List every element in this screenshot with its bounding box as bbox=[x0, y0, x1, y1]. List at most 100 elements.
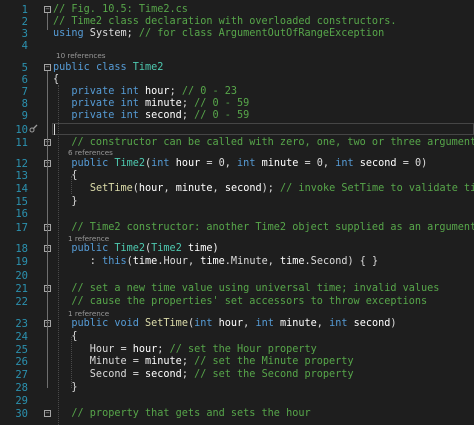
line-number: 15 bbox=[15, 196, 28, 208]
code-token: int bbox=[151, 158, 170, 169]
code-line[interactable]: 3 using System; // for class ArgumentOutO… bbox=[0, 28, 474, 40]
code-text[interactable]: // Fig. 10.5: Time2.cs bbox=[53, 4, 474, 16]
code-token: ; bbox=[169, 86, 182, 97]
code-text[interactable]: } bbox=[53, 382, 474, 394]
code-token: // Time2 constructor: another Time2 obje… bbox=[53, 222, 474, 233]
code-text[interactable]: using System; // for class ArgumentOutOf… bbox=[53, 28, 474, 40]
code-token: // invoke SetTime to validate time bbox=[280, 183, 474, 194]
line-number: 30 bbox=[15, 408, 28, 420]
code-token: = 0, bbox=[206, 158, 238, 169]
code-line[interactable]: 2 // Time2 class declaration with overloa… bbox=[0, 16, 474, 28]
collapse-minus-icon[interactable]: − bbox=[44, 64, 51, 71]
code-token: int bbox=[255, 318, 274, 329]
code-token: ; bbox=[181, 98, 195, 109]
code-line[interactable]: 15 } bbox=[0, 196, 474, 208]
codelens-references-link[interactable]: 6 references bbox=[68, 148, 113, 157]
code-token: private int bbox=[53, 86, 146, 97]
line-number: 10 bbox=[15, 124, 28, 136]
outline-guide bbox=[47, 13, 48, 30]
line-number: 16 bbox=[15, 208, 28, 220]
collapse-minus-icon[interactable]: − bbox=[44, 6, 51, 13]
code-token: // property that gets and sets the hour bbox=[53, 408, 311, 419]
indent-guide bbox=[71, 176, 72, 194]
code-line[interactable]: 6{ bbox=[0, 74, 474, 86]
line-number: 14 bbox=[15, 183, 28, 195]
code-line[interactable]: 5 public class Time2 bbox=[0, 62, 474, 74]
code-line[interactable]: 8 private int minute; // 0 - 59 bbox=[0, 98, 474, 110]
code-token: // 0 - 23 bbox=[181, 86, 238, 97]
code-token: ; bbox=[181, 369, 195, 380]
code-text[interactable]: private int second; // 0 - 59 bbox=[53, 110, 474, 122]
code-line[interactable]: 18 public Time2(Time2 time) bbox=[0, 243, 474, 255]
line-number: 24 bbox=[15, 331, 28, 343]
code-token: int bbox=[329, 318, 348, 329]
code-text[interactable]: { bbox=[53, 170, 474, 182]
code-text[interactable]: public Time2(Time2 time) bbox=[53, 243, 474, 255]
code-text[interactable]: // property that gets and sets the hour bbox=[53, 408, 474, 420]
code-text[interactable]: // Time2 constructor: another Time2 obje… bbox=[53, 222, 474, 234]
codelens-references-link[interactable]: 10 references bbox=[56, 51, 106, 60]
code-token: .Second) { } bbox=[304, 256, 379, 267]
line-number: 2 bbox=[21, 16, 28, 28]
code-text[interactable]: // set a new time value using universal … bbox=[53, 283, 474, 295]
line-number: 4 bbox=[21, 40, 28, 52]
code-line[interactable]: 10 bbox=[0, 124, 474, 136]
code-line[interactable]: 22 // cause the properties' set accessor… bbox=[0, 296, 474, 308]
code-token: public bbox=[53, 158, 115, 169]
code-token: // cause the properties' set accessors t… bbox=[53, 296, 428, 307]
code-text[interactable]: Minute = minute; // set the Minute prope… bbox=[53, 356, 474, 368]
code-text[interactable]: public void SetTime(int hour, int minute… bbox=[53, 318, 474, 330]
code-text[interactable]: // cause the properties' set accessors t… bbox=[53, 296, 474, 308]
code-text[interactable]: SetTime(hour, minute, second); // invoke… bbox=[53, 183, 474, 195]
line-number: 7 bbox=[21, 86, 28, 98]
line-number: 6 bbox=[21, 74, 28, 86]
indent-guide bbox=[58, 85, 59, 425]
code-line[interactable]: 9 private int second; // 0 - 59 bbox=[0, 110, 474, 122]
indent-guide bbox=[71, 337, 72, 388]
code-text[interactable]: private int minute; // 0 - 59 bbox=[53, 98, 474, 110]
code-line[interactable]: 17 // Time2 constructor: another Time2 o… bbox=[0, 222, 474, 234]
code-text[interactable]: public class Time2 bbox=[53, 62, 474, 74]
code-line[interactable]: 30 // property that gets and sets the ho… bbox=[0, 408, 474, 420]
code-line[interactable]: 23 public void SetTime(int hour, int min… bbox=[0, 318, 474, 330]
code-line[interactable]: 1 // Fig. 10.5: Time2.cs bbox=[0, 4, 474, 16]
code-token: public bbox=[53, 62, 90, 73]
line-number: 1 bbox=[21, 4, 28, 16]
code-token: second bbox=[145, 369, 182, 380]
code-editor[interactable]: 1 // Fig. 10.5: Time2.cs 2 // Time2 class d… bbox=[0, 0, 474, 425]
code-token: ; bbox=[181, 110, 195, 121]
code-token: second bbox=[224, 183, 262, 194]
code-text[interactable]: // constructor can be called with zero, … bbox=[53, 137, 474, 149]
code-line[interactable]: 7 private int hour; // 0 - 23 bbox=[0, 86, 474, 98]
code-text[interactable]: public Time2(int hour = 0, int minute = … bbox=[53, 158, 474, 170]
code-line[interactable]: 20 bbox=[0, 270, 474, 282]
code-token: } bbox=[53, 196, 78, 207]
code-text[interactable]: } bbox=[53, 196, 474, 208]
code-line[interactable]: 29 bbox=[0, 395, 474, 407]
code-line[interactable]: 16 bbox=[0, 208, 474, 220]
code-token: public bbox=[53, 243, 115, 254]
code-token: time bbox=[132, 256, 158, 267]
code-token: // Time2 class declaration with overload… bbox=[53, 16, 397, 27]
line-number: 19 bbox=[15, 256, 28, 268]
code-line[interactable]: 21 // set a new time value using univers… bbox=[0, 283, 474, 295]
line-number: 26 bbox=[15, 356, 28, 368]
code-token: using bbox=[53, 28, 84, 39]
code-line[interactable]: 19 : this(time.Hour, time.Minute, time.S… bbox=[0, 256, 474, 268]
code-token: // set the Second property bbox=[194, 369, 354, 380]
code-text[interactable]: Second = second; // set the Second prope… bbox=[53, 369, 474, 381]
code-line[interactable]: 12 public Time2(int hour = 0, int minute… bbox=[0, 158, 474, 170]
code-text[interactable]: : this(time.Hour, time.Minute, time.Seco… bbox=[53, 256, 474, 268]
code-token: int bbox=[237, 158, 256, 169]
code-text[interactable]: { bbox=[53, 74, 474, 86]
code-token: this bbox=[102, 256, 127, 267]
code-text[interactable]: { bbox=[53, 331, 474, 343]
code-text[interactable]: private int hour; // 0 - 23 bbox=[53, 86, 474, 98]
codelens-references-link[interactable]: 1 reference bbox=[68, 234, 109, 243]
codelens-references-link[interactable]: 1 reference bbox=[68, 309, 109, 318]
code-text[interactable]: Hour = hour; // set the Hour property bbox=[53, 344, 474, 356]
code-text[interactable]: // Time2 class declaration with overload… bbox=[53, 16, 474, 28]
code-token: int bbox=[335, 158, 354, 169]
collapse-minus-icon[interactable]: − bbox=[44, 410, 51, 417]
code-token: : bbox=[53, 256, 103, 267]
